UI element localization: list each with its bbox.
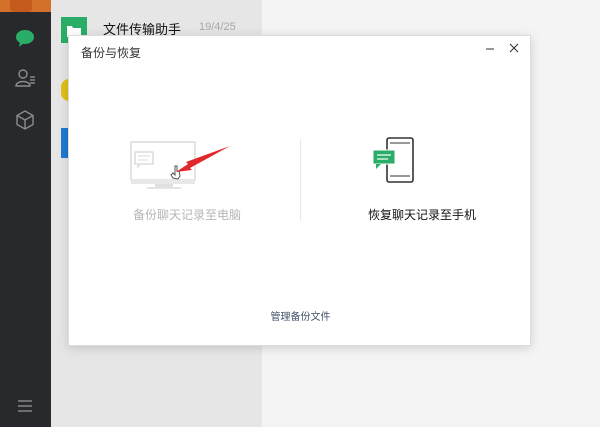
list-item[interactable]: 文件传输助手 19/4/25 xyxy=(51,0,262,43)
minimize-button[interactable] xyxy=(481,40,499,56)
sidebar xyxy=(0,0,51,427)
divider xyxy=(300,139,301,221)
minimize-icon xyxy=(486,48,494,50)
chat-time: 19/4/25 xyxy=(199,21,236,33)
backup-to-pc-option[interactable]: 备份聊天记录至电脑 xyxy=(97,128,277,228)
contacts-icon[interactable] xyxy=(13,66,37,90)
user-avatar[interactable] xyxy=(0,0,51,12)
restore-to-phone-option[interactable]: 恢复聊天记录至手机 xyxy=(332,128,512,228)
backup-restore-dialog: 备份与恢复 备份聊天记录至电脑 恢复聊天记录至手机 管理备份文件 xyxy=(68,35,531,346)
dialog-title: 备份与恢复 xyxy=(81,46,142,60)
manage-backup-files-link[interactable]: 管理备份文件 xyxy=(69,308,532,323)
phone-icon xyxy=(372,137,414,183)
close-button[interactable] xyxy=(505,40,523,56)
close-icon xyxy=(509,43,519,53)
red-arrow-annotation xyxy=(176,146,230,172)
box-icon[interactable] xyxy=(13,108,37,132)
restore-to-phone-label: 恢复聊天记录至手机 xyxy=(367,208,476,222)
chat-icon[interactable] xyxy=(13,26,37,50)
backup-to-pc-label: 备份聊天记录至电脑 xyxy=(132,208,241,222)
menu-icon[interactable] xyxy=(13,394,37,418)
